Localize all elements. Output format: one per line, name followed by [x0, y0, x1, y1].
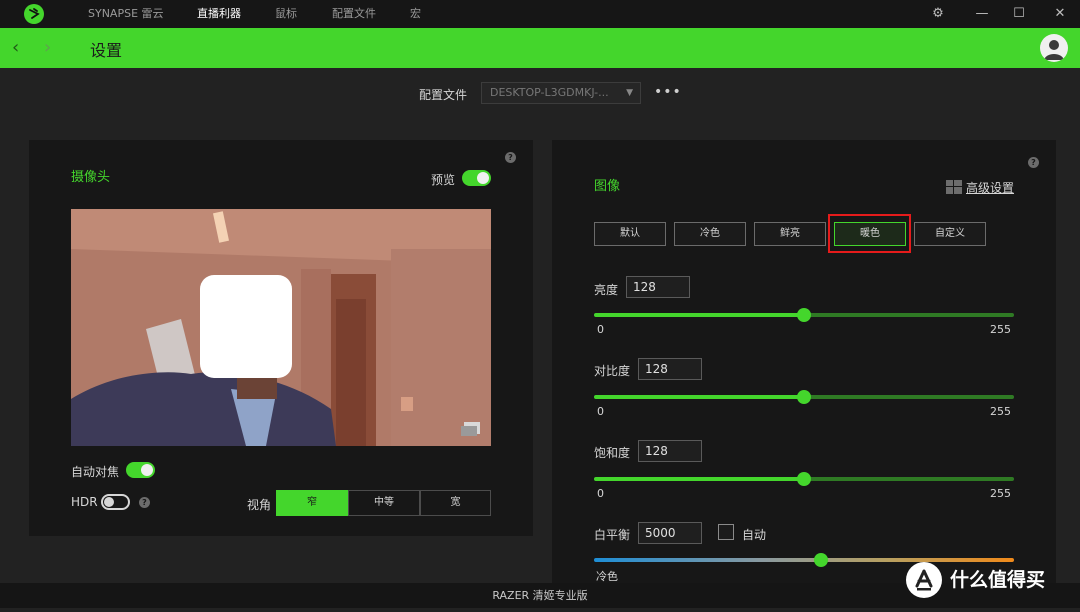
- preset-custom-button[interactable]: 自定义: [914, 222, 986, 246]
- preset-cool-button[interactable]: 冷色: [674, 222, 746, 246]
- forward-arrow-icon[interactable]: ›: [44, 37, 51, 58]
- header-bar: ‹ › 设置: [0, 28, 1080, 68]
- fov-label: 视角: [247, 498, 272, 512]
- preview-label: 预览: [431, 173, 456, 187]
- saturation-input[interactable]: 128: [638, 440, 702, 462]
- nav-synapse[interactable]: SYNAPSE 雷云: [88, 0, 164, 28]
- camera-section-title: 摄像头: [71, 170, 111, 185]
- more-options-icon[interactable]: •••: [654, 84, 682, 100]
- razer-logo-icon: [24, 4, 44, 24]
- annotation-highlight-box: [828, 214, 911, 253]
- saturation-max: 255: [990, 487, 1011, 500]
- back-arrow-icon[interactable]: ‹: [12, 37, 19, 58]
- saturation-label: 饱和度: [594, 446, 631, 460]
- camera-help-icon[interactable]: ?: [505, 152, 516, 163]
- profile-selected-value: DESKTOP-L3GDMKJ-...: [490, 86, 609, 99]
- hdr-toggle[interactable]: [101, 494, 130, 510]
- white-balance-auto-label: 自动: [742, 528, 767, 542]
- title-bar: SYNAPSE 雷云 直播利器 鼠标 配置文件 宏 ⚙ — ☐ ✕: [0, 0, 1080, 28]
- white-balance-min-label: 冷色: [596, 570, 618, 583]
- windows-icon: [946, 179, 962, 194]
- chevron-down-icon: ▼: [626, 88, 633, 98]
- hdr-label: HDR: [71, 495, 98, 509]
- white-balance-slider-thumb[interactable]: [813, 553, 828, 567]
- hdr-help-icon[interactable]: ?: [139, 497, 150, 508]
- page-title: 设置: [90, 41, 123, 60]
- brightness-input[interactable]: 128: [626, 276, 690, 298]
- fov-medium-button[interactable]: 中等: [348, 490, 420, 516]
- brightness-min: 0: [597, 323, 604, 336]
- profile-dropdown[interactable]: DESKTOP-L3GDMKJ-... ▼: [481, 82, 641, 104]
- nav-macro[interactable]: 宏: [410, 0, 421, 28]
- fov-narrow-button[interactable]: 窄: [276, 490, 348, 516]
- brightness-max: 255: [990, 323, 1011, 336]
- advanced-settings-link[interactable]: 高级设置: [966, 179, 1014, 196]
- white-balance-label: 白平衡: [594, 528, 631, 542]
- settings-gear-icon[interactable]: ⚙: [929, 5, 947, 23]
- saturation-min: 0: [597, 487, 604, 500]
- watermark-logo-icon: [906, 562, 942, 598]
- close-icon[interactable]: ✕: [1051, 5, 1069, 23]
- image-help-icon[interactable]: ?: [1028, 157, 1039, 168]
- fov-wide-button[interactable]: 宽: [420, 490, 491, 516]
- autofocus-toggle[interactable]: [126, 462, 155, 478]
- contrast-min: 0: [597, 405, 604, 418]
- contrast-input[interactable]: 128: [638, 358, 702, 380]
- profile-label: 配置文件: [419, 88, 468, 102]
- nav-streaming[interactable]: 直播利器: [197, 0, 241, 28]
- brightness-slider-thumb[interactable]: [797, 308, 811, 322]
- contrast-max: 255: [990, 405, 1011, 418]
- brightness-label: 亮度: [594, 283, 619, 297]
- image-section-title: 图像: [594, 179, 621, 194]
- preview-toggle[interactable]: [462, 170, 491, 186]
- saturation-slider-thumb[interactable]: [797, 472, 811, 486]
- preset-vivid-button[interactable]: 鲜亮: [754, 222, 826, 246]
- nav-mouse[interactable]: 鼠标: [275, 0, 297, 28]
- preset-default-button[interactable]: 默认: [594, 222, 666, 246]
- camera-preview-image: [71, 209, 491, 446]
- autofocus-label: 自动对焦: [71, 465, 120, 479]
- nav-profiles[interactable]: 配置文件: [332, 0, 376, 28]
- maximize-icon[interactable]: ☐: [1010, 5, 1028, 23]
- face-blur-box: [200, 275, 292, 378]
- contrast-slider-thumb[interactable]: [797, 390, 811, 404]
- white-balance-auto-checkbox[interactable]: [718, 524, 734, 540]
- white-balance-input[interactable]: 5000: [638, 522, 702, 544]
- watermark-text: 什么值得买: [950, 569, 1046, 591]
- minimize-icon[interactable]: —: [973, 5, 991, 23]
- user-avatar-icon[interactable]: [1040, 34, 1068, 62]
- contrast-label: 对比度: [594, 364, 631, 378]
